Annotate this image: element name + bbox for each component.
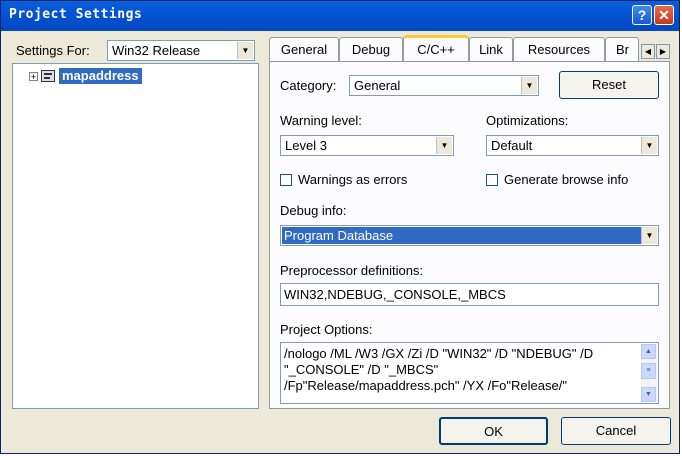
- optimizations-value: Default: [491, 138, 533, 153]
- tab-scroll-left-icon[interactable]: ◀: [641, 44, 655, 59]
- scroll-down-icon[interactable]: ▼: [641, 387, 656, 402]
- project-icon: [41, 70, 55, 82]
- generate-browse-info-checkbox[interactable]: [486, 174, 498, 186]
- project-options-label: Project Options:: [280, 322, 373, 337]
- category-combo[interactable]: General ▼: [349, 75, 539, 96]
- settings-tabs: General Debug C/C++ Link Resources Br: [269, 35, 669, 64]
- optimizations-label: Optimizations:: [486, 113, 569, 128]
- help-button[interactable]: ?: [632, 5, 652, 25]
- tab-scroll-right-icon[interactable]: ▶: [656, 44, 670, 59]
- chevron-down-icon[interactable]: ▼: [237, 42, 253, 59]
- tree-node-mapaddress[interactable]: mapaddress: [41, 68, 142, 84]
- tab-scroll: ◀ ▶: [641, 44, 671, 60]
- warnings-as-errors-label: Warnings as errors: [298, 172, 408, 187]
- settings-for-value: Win32 Release: [112, 43, 201, 58]
- generate-browse-info-label: Generate browse info: [504, 172, 629, 187]
- preprocessor-value: WIN32,NDEBUG,_CONSOLE,_MBCS: [284, 287, 506, 302]
- expand-icon[interactable]: +: [29, 72, 38, 82]
- warning-level-value: Level 3: [285, 138, 327, 153]
- chevron-down-icon[interactable]: ▼: [436, 137, 452, 154]
- debug-info-combo[interactable]: Program Database ▼: [280, 225, 659, 246]
- project-options-scrollbar[interactable]: ▲ ≡ ▼: [641, 344, 657, 402]
- chevron-down-icon[interactable]: ▼: [521, 77, 537, 94]
- optimizations-combo[interactable]: Default ▼: [486, 135, 659, 156]
- reset-button[interactable]: Reset: [559, 71, 659, 99]
- warning-level-label: Warning level:: [280, 113, 362, 128]
- project-tree[interactable]: + mapaddress: [12, 63, 259, 409]
- project-options-line: /nologo /ML /W3 /GX /Zi /D "WIN32" /D "N…: [284, 346, 594, 361]
- ok-button[interactable]: OK: [439, 417, 548, 445]
- warnings-as-errors-checkbox[interactable]: [280, 174, 292, 186]
- tree-node-label: mapaddress: [59, 68, 142, 84]
- window-title: Project Settings: [9, 7, 143, 22]
- debug-info-value: Program Database: [282, 227, 641, 244]
- close-button[interactable]: ✕: [654, 5, 674, 25]
- tab-general[interactable]: General: [269, 37, 339, 63]
- warning-level-combo[interactable]: Level 3 ▼: [280, 135, 454, 156]
- preprocessor-input[interactable]: WIN32,NDEBUG,_CONSOLE,_MBCS: [280, 283, 659, 306]
- category-label: Category:: [280, 78, 337, 93]
- settings-for-label: Settings For:: [16, 43, 90, 58]
- chevron-down-icon[interactable]: ▼: [641, 227, 657, 244]
- help-icon: ?: [637, 7, 647, 23]
- title-bar[interactable]: Project Settings ? ✕: [1, 1, 679, 31]
- project-options-text: /nologo /ML /W3 /GX /Zi /D "WIN32" /D "N…: [284, 346, 593, 394]
- scroll-thumb[interactable]: ≡: [641, 363, 656, 379]
- tab-browse-info[interactable]: Br: [605, 37, 639, 63]
- tab-c-cpp[interactable]: C/C++: [403, 35, 469, 64]
- project-options-line: /Fp"Release/mapaddress.pch" /YX /Fo"Rele…: [284, 378, 567, 393]
- scroll-up-icon[interactable]: ▲: [641, 344, 656, 359]
- tab-link[interactable]: Link: [469, 37, 513, 63]
- tab-debug[interactable]: Debug: [339, 37, 403, 63]
- project-settings-dialog: Project Settings ? ✕ Settings For: Win32…: [0, 0, 680, 454]
- cancel-button[interactable]: Cancel: [561, 417, 671, 445]
- close-icon: ✕: [658, 7, 670, 23]
- chevron-down-icon[interactable]: ▼: [641, 137, 657, 154]
- settings-for-combo[interactable]: Win32 Release ▼: [107, 40, 255, 61]
- category-value: General: [354, 78, 401, 93]
- project-options-textarea[interactable]: /nologo /ML /W3 /GX /Zi /D "WIN32" /D "N…: [280, 342, 659, 404]
- preprocessor-label: Preprocessor definitions:: [280, 263, 424, 278]
- tab-resources[interactable]: Resources: [513, 37, 605, 63]
- project-options-line: "_CONSOLE" /D "_MBCS": [284, 362, 439, 377]
- debug-info-label: Debug info:: [280, 203, 347, 218]
